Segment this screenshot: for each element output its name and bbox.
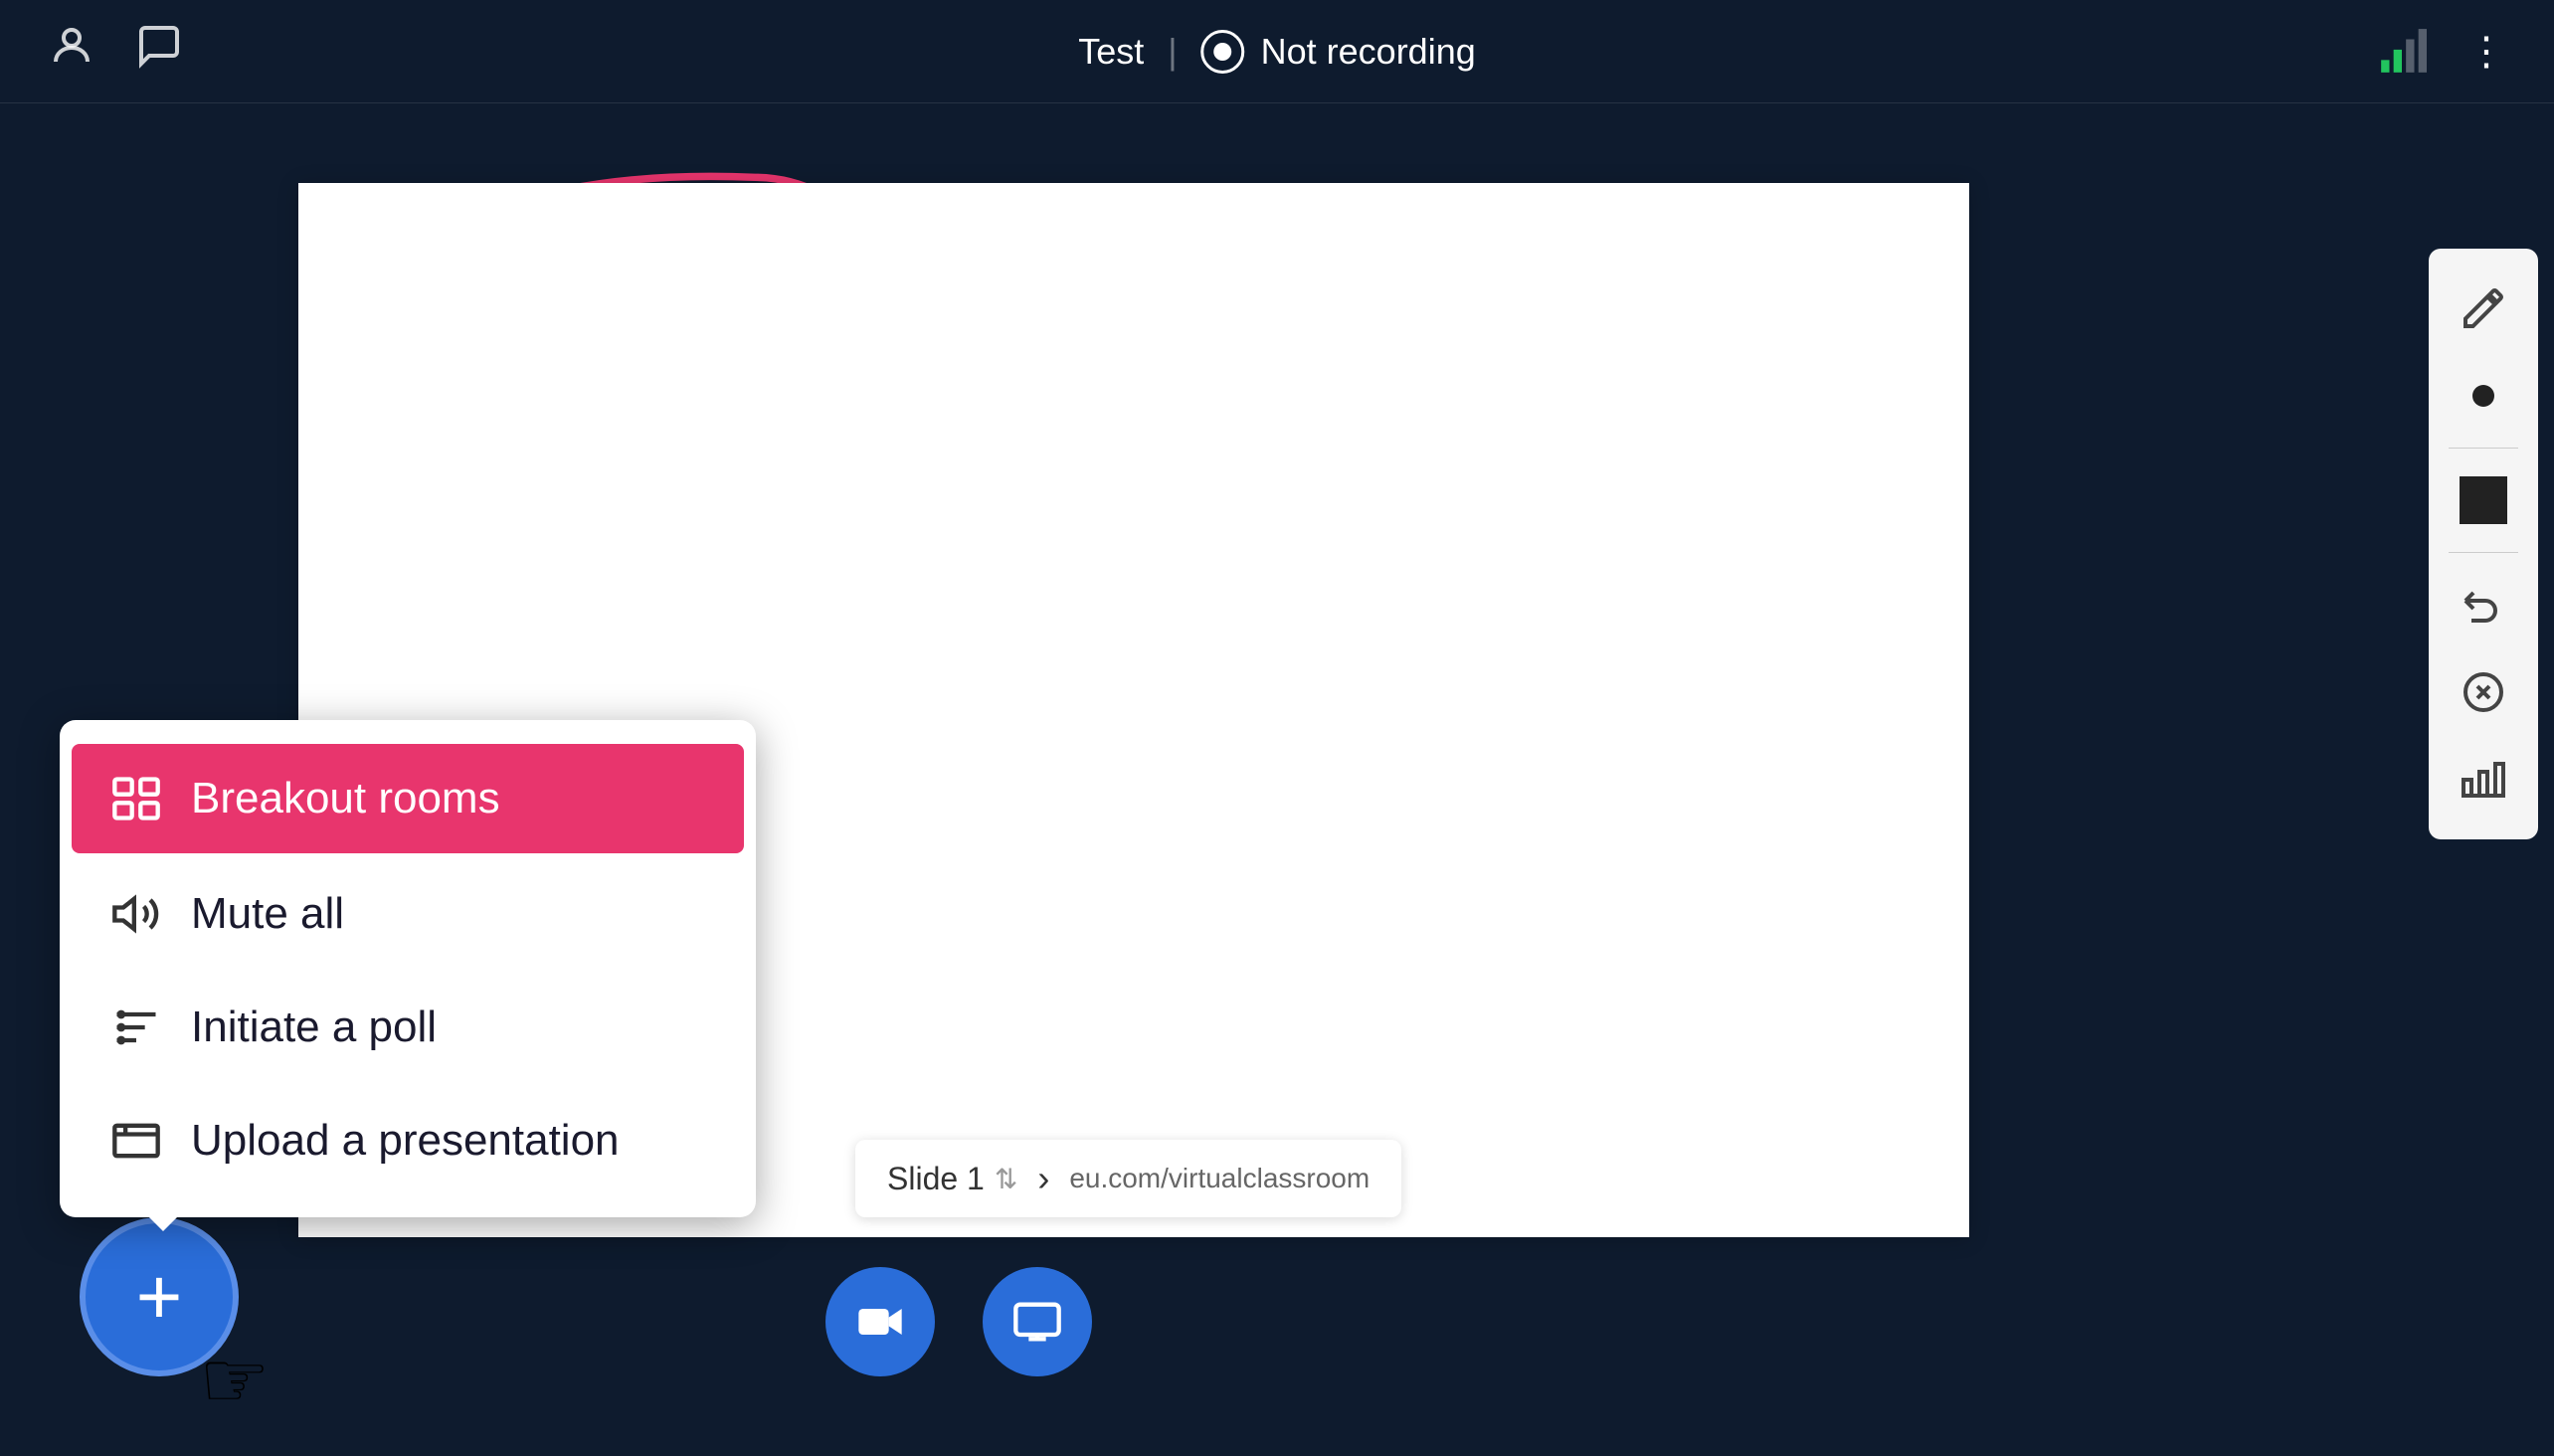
user-icon[interactable]	[48, 22, 95, 81]
undo-button[interactable]	[2439, 565, 2528, 644]
slide-footer: Slide 1 ⇅ › eu.com/virtualclassroom	[855, 1140, 1401, 1217]
header: Test | Not recording ⋮	[0, 0, 2554, 103]
breakout-label: Breakout rooms	[191, 774, 500, 823]
signal-icon	[2377, 27, 2427, 77]
header-left	[48, 22, 183, 81]
header-divider: |	[1168, 31, 1177, 73]
toolbar-divider-2	[2449, 552, 2518, 553]
breakout-icon	[109, 772, 163, 825]
next-slide-button[interactable]: ›	[1037, 1158, 1049, 1199]
header-right: ⋮	[2377, 27, 2506, 77]
menu-item-poll[interactable]: Initiate a poll	[60, 971, 756, 1084]
toolbar-divider	[2449, 448, 2518, 449]
slide-url: eu.com/virtualclassroom	[1069, 1163, 1369, 1194]
fab-plus-icon: +	[136, 1257, 183, 1337]
menu-item-mute[interactable]: Mute all	[60, 857, 756, 971]
video-button[interactable]	[825, 1267, 935, 1376]
right-toolbar	[2429, 249, 2538, 839]
menu-item-breakout[interactable]: Breakout rooms	[72, 744, 744, 853]
recording-circle-icon	[1201, 30, 1245, 74]
size-dot-icon	[2472, 385, 2494, 407]
session-title: Test	[1078, 31, 1144, 73]
popup-menu: Breakout rooms Mute all Initiate a poll	[60, 720, 756, 1217]
poll-icon	[109, 1001, 163, 1054]
upload-icon	[109, 1114, 163, 1168]
header-center: Test | Not recording	[1078, 30, 1476, 74]
recording-status: Not recording	[1261, 31, 1476, 73]
mute-label: Mute all	[191, 889, 344, 939]
poll-label: Initiate a poll	[191, 1002, 437, 1052]
slide-number: Slide 1 ⇅	[887, 1161, 1017, 1197]
screen-share-button[interactable]	[983, 1267, 1092, 1376]
dot-size-button[interactable]	[2439, 356, 2528, 436]
more-options-icon[interactable]: ⋮	[2466, 29, 2506, 75]
chart-button[interactable]	[2439, 740, 2528, 819]
color-black-button[interactable]	[2439, 460, 2528, 540]
color-swatch-black	[2460, 476, 2507, 524]
menu-item-upload[interactable]: Upload a presentation	[60, 1084, 756, 1197]
recording-dot	[1214, 43, 1232, 61]
slide-number-label: Slide 1	[887, 1161, 985, 1197]
chat-icon[interactable]	[135, 22, 183, 81]
media-controls	[825, 1267, 1092, 1376]
slide-stepper-icon[interactable]: ⇅	[995, 1163, 1017, 1195]
recording-indicator: Not recording	[1201, 30, 1476, 74]
pencil-button[interactable]	[2439, 269, 2528, 348]
clear-button[interactable]	[2439, 652, 2528, 732]
upload-label: Upload a presentation	[191, 1116, 620, 1166]
mute-icon	[109, 887, 163, 941]
